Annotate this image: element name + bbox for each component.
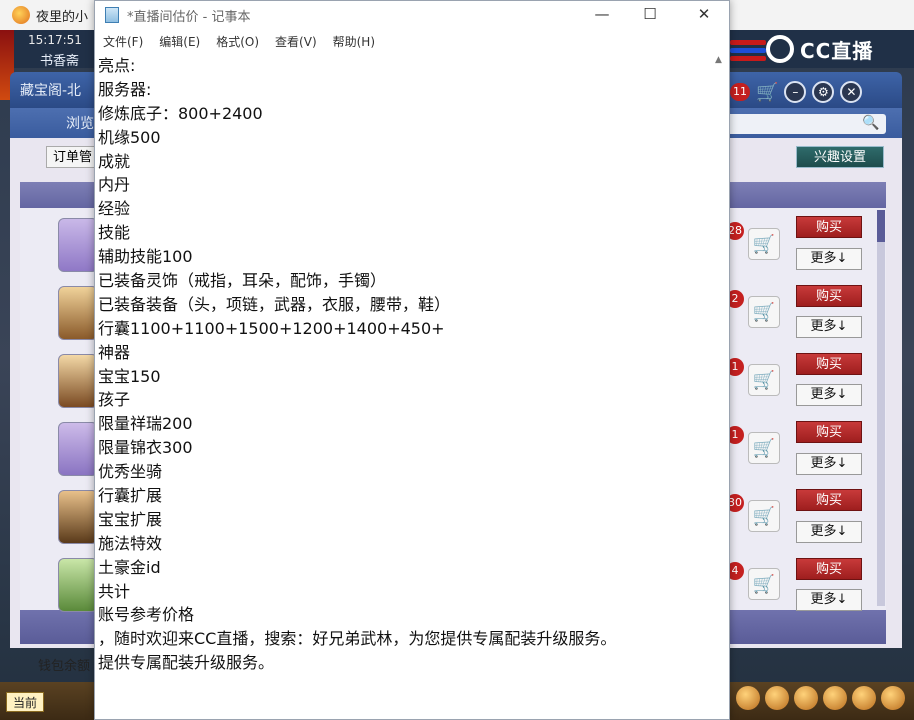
text-line: 行囊扩展: [98, 486, 163, 506]
text-line: 提供专属配装升级服务。: [98, 653, 275, 673]
add-to-cart-button[interactable]: 🛒: [748, 228, 780, 260]
text-line: 共计: [98, 581, 131, 601]
smiley-icon[interactable]: [823, 686, 847, 710]
hp-mp-bars: [730, 40, 766, 66]
more-button[interactable]: 更多↓: [796, 589, 862, 611]
character-avatar[interactable]: [58, 286, 98, 340]
more-button[interactable]: 更多↓: [796, 521, 862, 543]
buy-button[interactable]: 购买: [796, 489, 862, 511]
notepad-window: *直播间估价 - 记事本 — ☐ ✕ 文件(F) 编辑(E) 格式(O) 查看(…: [94, 0, 730, 720]
interest-settings-button[interactable]: 兴趣设置: [796, 146, 884, 168]
menu-format[interactable]: 格式(O): [208, 29, 267, 53]
text-line: 限量锦衣300: [98, 438, 193, 458]
hud-clock: 15:17:51: [28, 33, 82, 47]
notepad-vertical-scrollbar[interactable]: ▲: [712, 53, 729, 719]
notepad-titlebar[interactable]: *直播间估价 - 记事本 — ☐ ✕: [95, 1, 729, 29]
game-app-icon: [12, 6, 30, 24]
notepad-icon: [105, 7, 119, 23]
notepad-text-area[interactable]: 亮点: 服务器: 修炼底子：800+2400 机缘500 成就 内丹 经验 技能…: [95, 53, 715, 719]
text-line: 优秀坐骑: [98, 462, 163, 482]
wallet-balance-label: 钱包余额: [38, 659, 91, 674]
character-avatar[interactable]: [58, 490, 98, 544]
game-window-title: 夜里的小: [36, 10, 89, 25]
text-line: 宝宝150: [98, 366, 161, 386]
character-avatar[interactable]: [58, 558, 98, 612]
text-line: 土豪金id: [98, 557, 161, 577]
close-button[interactable]: ✕: [681, 1, 727, 29]
text-line: 孩子: [98, 390, 131, 410]
more-button[interactable]: 更多↓: [796, 384, 862, 406]
add-to-cart-button[interactable]: 🛒: [748, 568, 780, 600]
notepad-menubar: 文件(F) 编辑(E) 格式(O) 查看(V) 帮助(H): [95, 29, 729, 53]
sun-icon[interactable]: [852, 686, 876, 710]
minimize-icon[interactable]: –: [784, 81, 807, 103]
text-line: 内丹: [98, 175, 131, 195]
buy-button[interactable]: 购买: [796, 353, 862, 375]
add-to-cart-button[interactable]: 🛒: [748, 432, 780, 464]
notepad-title: *直播间估价 - 记事本: [127, 10, 251, 25]
menu-help[interactable]: 帮助(H): [325, 29, 383, 53]
text-line: 已装备装备（头，项链，武器，衣服，腰带，鞋）: [98, 294, 451, 314]
minimize-button[interactable]: —: [579, 1, 625, 29]
shop-header-icons: 11 🛒 – ⚙ ✕: [730, 80, 863, 104]
shop-panel-title: 藏宝阁-北: [20, 83, 82, 99]
hud-location-label: 书香斋: [40, 54, 80, 69]
add-to-cart-button[interactable]: 🛒: [748, 500, 780, 532]
shop-browse-tab[interactable]: 浏览: [66, 113, 94, 133]
menu-file[interactable]: 文件(F): [95, 29, 151, 53]
character-avatar[interactable]: [58, 218, 98, 272]
text-line: 技能: [98, 223, 131, 243]
basketball-icon[interactable]: [794, 686, 818, 710]
scroll-up-icon[interactable]: ▲: [715, 55, 722, 65]
more-button[interactable]: 更多↓: [796, 316, 862, 338]
cc-logo-icon: [766, 35, 794, 63]
text-line: 服务器:: [98, 79, 152, 99]
add-to-cart-button[interactable]: 🛒: [748, 296, 780, 328]
toolbox-icon[interactable]: [881, 686, 905, 710]
text-line: 机缘500: [98, 127, 161, 147]
text-line: 神器: [98, 342, 131, 362]
more-button[interactable]: 更多↓: [796, 453, 862, 475]
buy-button[interactable]: 购买: [796, 285, 862, 307]
text-line: ，随时欢迎来CC直播，搜索：好兄弟武林，为您提供专属配装升级服务。: [98, 629, 617, 649]
scrollbar-thumb[interactable]: [877, 210, 885, 242]
close-icon[interactable]: ✕: [840, 81, 863, 103]
text-line: 限量祥瑞200: [98, 414, 193, 434]
character-avatar[interactable]: [58, 422, 98, 476]
text-line: 亮点:: [98, 56, 136, 75]
search-icon[interactable]: 🔍: [862, 115, 879, 131]
cc-logo-text: CC直播: [800, 38, 874, 63]
text-line: 宝宝扩展: [98, 509, 163, 529]
maximize-button[interactable]: ☐: [627, 1, 673, 29]
cart-icon[interactable]: 🛒: [756, 82, 778, 103]
notification-badge: 11: [730, 83, 750, 101]
text-line: 已装备灵饰（戒指，耳朵，配饰，手镯）: [98, 271, 387, 291]
text-line: 成就: [98, 151, 131, 171]
channel-now-tab[interactable]: 当前: [6, 692, 44, 712]
text-line: 修炼底子：800+2400: [98, 103, 263, 123]
bottom-toolbar-icons: [736, 686, 905, 710]
text-line: 辅助技能100: [98, 247, 193, 267]
menu-edit[interactable]: 编辑(E): [151, 29, 208, 53]
buy-button[interactable]: 购买: [796, 558, 862, 580]
buy-button[interactable]: 购买: [796, 421, 862, 443]
settings-icon[interactable]: ⚙: [812, 81, 835, 103]
buy-button[interactable]: 购买: [796, 216, 862, 238]
add-to-cart-button[interactable]: 🛒: [748, 364, 780, 396]
cc-live-logo: CC直播: [766, 34, 892, 64]
text-line: 经验: [98, 199, 131, 219]
gift-icon[interactable]: [736, 686, 760, 710]
more-button[interactable]: 更多↓: [796, 248, 862, 270]
listing-scrollbar[interactable]: [877, 210, 885, 606]
character-avatar[interactable]: [58, 354, 98, 408]
text-line: 行囊1100+1100+1500+1200+1400+450+: [98, 318, 445, 338]
menu-view[interactable]: 查看(V): [267, 29, 325, 53]
text-line: 施法特效: [98, 533, 163, 553]
text-line: 账号参考价格: [98, 605, 195, 625]
peach-icon[interactable]: [765, 686, 789, 710]
